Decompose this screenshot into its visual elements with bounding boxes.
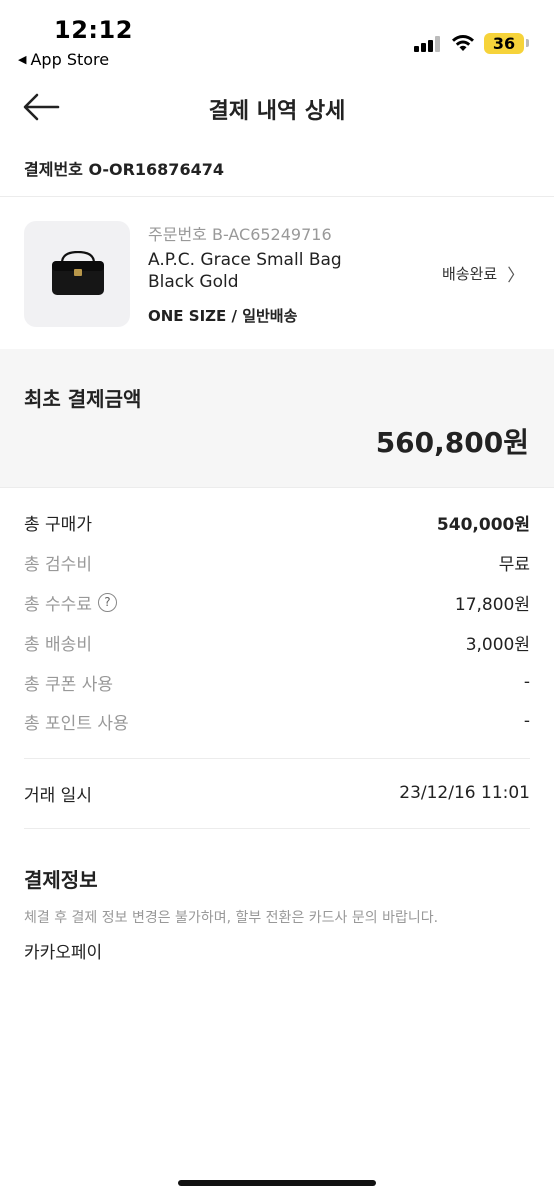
divider [24,828,530,829]
transaction-date-label: 거래 일시 [24,785,92,806]
fee-row-coupon: 총 쿠폰 사용 - [24,667,530,697]
fee-label: 총 구매가 [24,514,92,535]
fee-value: - [523,672,530,692]
page-title: 결제 내역 상세 [208,99,346,124]
fee-row-inspection: 총 검수비 무료 [24,547,530,577]
product-name: A.P.C. Grace Small Bag Black Gold [148,249,378,293]
divider [24,758,530,759]
transaction-date-value: 23/12/16 11:01 [399,783,530,803]
wifi-icon [450,33,476,53]
bag-image [52,251,104,295]
product-thumbnail[interactable] [24,221,130,327]
payment-info-title: 결제정보 [24,868,98,892]
product-option: ONE SIZE / 일반배송 [148,307,298,325]
fee-label: 총 배송비 [24,634,92,655]
fee-row-points: 총 포인트 사용 - [24,706,530,736]
amount-label: 최초 결제금액 [24,387,142,411]
clock: 12:12 [54,16,133,44]
fee-value: - [523,711,530,731]
cellular-signal-icon [414,36,440,52]
chevron-right-icon: 〉 [507,266,525,286]
fee-label: 총 수수료 [24,594,92,615]
fee-value: 540,000원 [436,514,530,535]
status-bar: 12:12 ◀ App Store 36 [0,0,554,76]
help-icon[interactable]: ? [97,592,117,612]
payment-method: 카카오페이 [24,943,103,963]
fee-row-shipping: 총 배송비 3,000원 [24,627,530,657]
transaction-date-row: 거래 일시 23/12/16 11:01 [24,778,530,808]
payment-notice: 체결 후 결제 정보 변경은 불가하며, 할부 전환은 카드사 문의 바랍니다. [24,910,439,926]
fee-value: 17,800원 [454,594,530,615]
fee-value: 무료 [498,554,530,575]
fee-row-commission: 총 수수료 ? 17,800원 [24,587,530,617]
fee-row-purchase-price: 총 구매가 540,000원 [24,507,530,537]
initial-payment-amount-section: 최초 결제금액 560,800원 [0,349,554,487]
back-app-label: App Store [30,50,110,69]
back-to-app-store-button[interactable]: ◀ App Store [18,50,109,69]
back-triangle-icon: ◀ [18,53,27,66]
delivery-status-link[interactable]: 배송완료 〉 [442,261,524,286]
fee-label: 총 검수비 [24,554,92,575]
product-name-line-1: A.P.C. Grace Small Bag [148,250,342,270]
order-number: 주문번호 B-AC65249716 [148,225,332,244]
fee-value: 3,000원 [465,634,530,655]
product-name-line-2: Black Gold [148,272,239,292]
battery-level: 36 [484,33,524,54]
fee-label: 총 쿠폰 사용 [24,674,114,695]
home-indicator[interactable] [178,1180,376,1186]
amount-value: 560,800원 [375,426,529,459]
fee-label: 총 포인트 사용 [24,713,129,734]
battery-nub [526,39,529,47]
delivery-status-label: 배송완료 [442,265,498,283]
payment-number: 결제번호 O-OR16876474 [24,160,224,179]
product-card: 주문번호 B-AC65249716 A.P.C. Grace Small Bag… [0,197,554,349]
fee-label-wrap: 총 수수료 ? [24,590,117,615]
divider [0,487,554,488]
nav-bar: 결제 내역 상세 [0,76,554,140]
